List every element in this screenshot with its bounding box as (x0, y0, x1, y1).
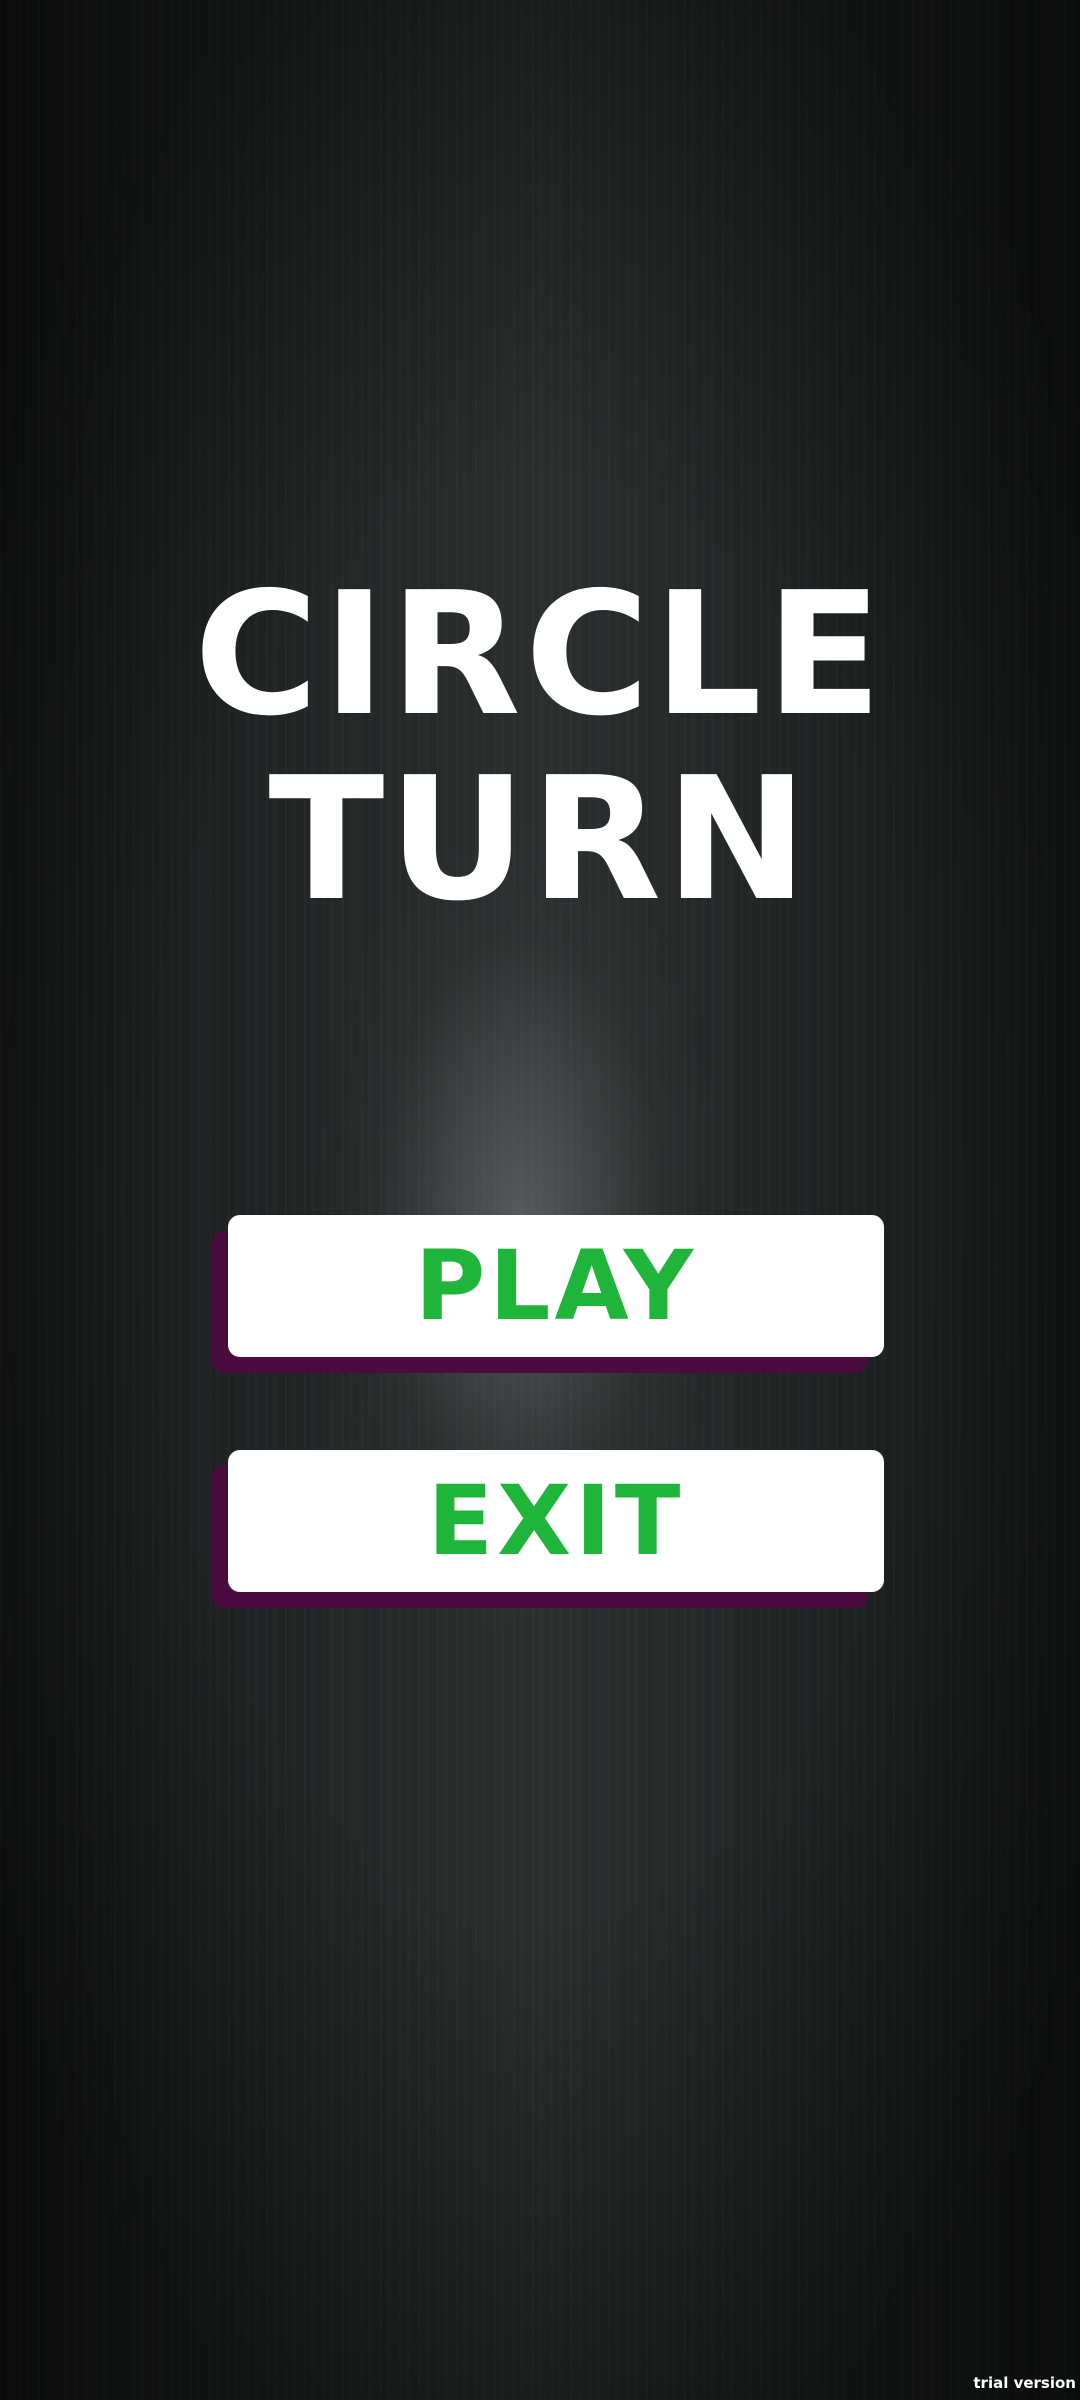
game-title-line-2: TURN (268, 741, 812, 939)
play-button-label: PLAY (414, 1230, 698, 1342)
exit-button-label: EXIT (427, 1465, 685, 1577)
main-menu-screen: CIRCLE TURN PLAY EXIT trial version (0, 0, 1080, 2400)
trial-version-watermark: trial version (973, 2374, 1076, 2392)
background-vignette (0, 0, 1080, 2400)
game-title-line-1: CIRCLE (193, 556, 887, 754)
exit-button[interactable]: EXIT (228, 1450, 884, 1592)
play-button[interactable]: PLAY (228, 1215, 884, 1357)
